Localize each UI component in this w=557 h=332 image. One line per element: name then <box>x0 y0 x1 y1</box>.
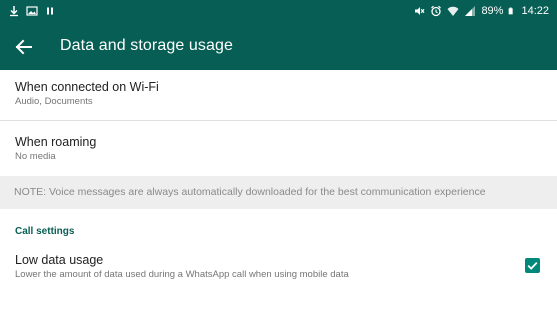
app-bar: Data and storage usage <box>0 24 557 70</box>
setting-low-data-summary: Lower the amount of data used during a W… <box>15 269 349 280</box>
note-box: NOTE: Voice messages are always automati… <box>0 176 557 209</box>
status-bar: 89% 14:22 <box>0 0 557 24</box>
setting-roaming-title: When roaming <box>15 135 97 149</box>
setting-wifi-title: When connected on Wi-Fi <box>15 80 159 94</box>
mute-icon <box>415 7 425 15</box>
download-icon <box>10 6 18 17</box>
setting-roaming-summary: No media <box>15 151 56 162</box>
setting-roaming-download[interactable]: When roaming No media <box>0 121 557 175</box>
setting-low-data-title: Low data usage <box>15 253 104 267</box>
signal-icon <box>465 6 476 16</box>
status-time: 14:22 <box>521 5 549 17</box>
checkmark-icon <box>527 261 538 270</box>
pause-icon <box>47 7 53 15</box>
battery-icon <box>509 7 514 15</box>
low-data-usage-checkbox[interactable] <box>525 258 540 273</box>
wifi-icon <box>447 6 459 16</box>
battery-percent: 89% <box>481 5 504 17</box>
setting-wifi-download[interactable]: When connected on Wi-Fi Audio, Documents <box>0 70 557 120</box>
setting-wifi-summary: Audio, Documents <box>15 96 93 107</box>
status-left-icons <box>8 5 56 17</box>
image-icon <box>26 6 38 16</box>
page-title: Data and storage usage <box>60 37 233 54</box>
arrow-left-icon[interactable] <box>12 35 36 59</box>
alarm-icon <box>431 5 442 17</box>
voice-message-note: NOTE: Voice messages are always automati… <box>14 186 486 198</box>
section-header-call-settings: Call settings <box>15 226 75 237</box>
status-right-icons: 89% 14:22 <box>413 5 549 17</box>
setting-low-data-usage[interactable]: Low data usage Lower the amount of data … <box>0 245 557 289</box>
